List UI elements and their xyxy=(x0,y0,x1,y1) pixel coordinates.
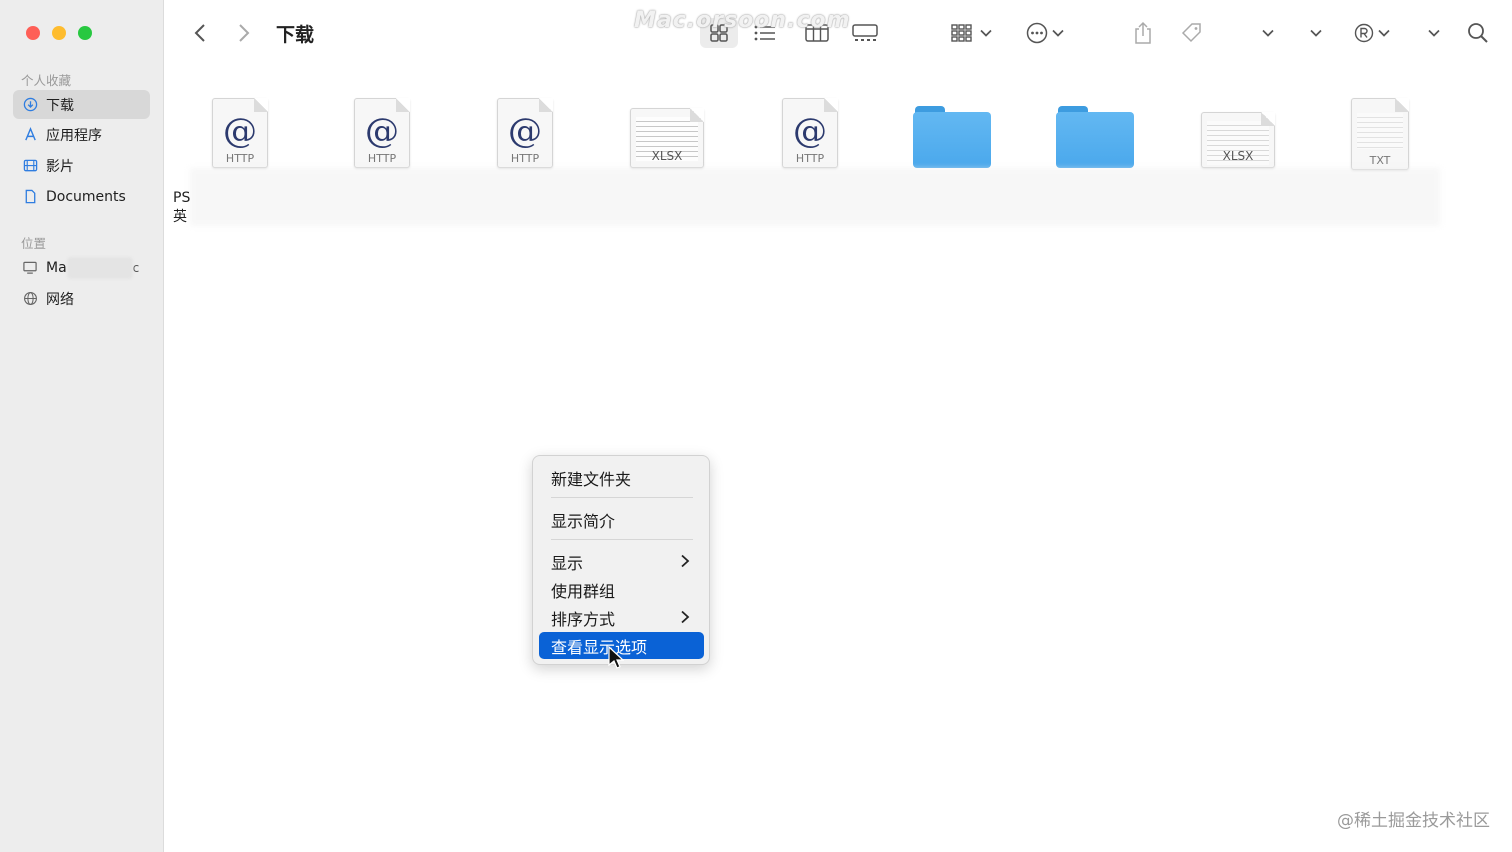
sidebar-item-network[interactable]: 网络 xyxy=(13,284,150,313)
network-icon xyxy=(22,291,38,307)
sidebar-item-label: 网络 xyxy=(46,291,74,308)
menu-item-view[interactable]: 显示 xyxy=(539,548,704,575)
search-icon xyxy=(1468,23,1488,43)
document-icon xyxy=(22,189,38,205)
redacted-name xyxy=(66,256,133,279)
sidebar-item-label: 影片 xyxy=(46,158,74,175)
sidebar-item-label: 下载 xyxy=(46,97,74,114)
http-file-icon: @ HTTP xyxy=(212,98,268,168)
menu-item-sort-by[interactable]: 排序方式 xyxy=(539,604,704,631)
sidebar-item-computer[interactable]: Ma c xyxy=(13,253,150,282)
chevron-down-icon xyxy=(1428,29,1440,37)
sidebar-item-label: Documents xyxy=(46,188,126,205)
close-window-button[interactable] xyxy=(26,26,40,40)
menu-item-use-groups[interactable]: 使用群组 xyxy=(539,576,704,603)
back-button[interactable] xyxy=(190,18,210,48)
folder-icon xyxy=(913,104,991,168)
menu-separator xyxy=(551,539,693,540)
folder-icon xyxy=(1056,104,1134,168)
chevron-down-icon xyxy=(1378,29,1390,37)
chevron-down-icon xyxy=(980,29,992,37)
xlsx-file-icon: XLSX xyxy=(1201,112,1275,168)
http-file-icon: @ HTTP xyxy=(497,98,553,168)
chevron-down-icon xyxy=(1052,29,1064,37)
window-title: 下载 xyxy=(276,24,315,46)
ellipsis-circle-icon xyxy=(1026,22,1048,44)
xlsx-file-icon: XLSX xyxy=(630,108,704,168)
applications-icon xyxy=(22,127,38,143)
menu-item-get-info[interactable]: 显示简介 xyxy=(539,506,704,533)
toolbar-dropdown-2[interactable] xyxy=(1306,18,1326,48)
forward-button[interactable] xyxy=(234,18,254,48)
group-grid-icon xyxy=(951,24,972,42)
film-icon xyxy=(22,158,38,174)
share-button[interactable] xyxy=(1130,18,1156,48)
sidebar-item-label: 应用程序 xyxy=(46,127,102,144)
tag-icon xyxy=(1181,23,1201,43)
tag-button[interactable] xyxy=(1178,18,1206,48)
mouse-cursor-icon xyxy=(608,646,624,669)
download-icon xyxy=(22,97,38,113)
group-button[interactable] xyxy=(946,18,996,48)
sidebar-item-label-suffix: c xyxy=(132,260,140,275)
registered-icon xyxy=(1354,23,1374,43)
sidebar-section-favorites: 个人收藏 xyxy=(21,73,72,88)
chevron-right-icon xyxy=(239,24,250,42)
toolbar-dropdown-1[interactable] xyxy=(1258,18,1278,48)
minimize-window-button[interactable] xyxy=(52,26,66,40)
sidebar-item-label-prefix: Ma xyxy=(46,259,67,276)
chevron-down-icon xyxy=(1310,29,1322,37)
context-menu: 新建文件夹 显示简介 显示 使用群组 排序方式 查看显示选项 xyxy=(532,455,710,665)
http-file-icon: @ HTTP xyxy=(354,98,410,168)
menu-item-new-folder[interactable]: 新建文件夹 xyxy=(539,464,704,491)
credit-watermark: @稀土掘金技术社区 xyxy=(1337,811,1490,831)
sidebar-section-locations: 位置 xyxy=(21,236,47,251)
zoom-window-button[interactable] xyxy=(78,26,92,40)
menu-separator xyxy=(551,497,693,498)
file-name-partial: PS 英 xyxy=(173,190,191,225)
extension-button[interactable] xyxy=(1350,18,1394,48)
gallery-view-button[interactable] xyxy=(850,18,880,48)
watermark: Mac.orsoon.com xyxy=(634,8,851,33)
chevron-left-icon xyxy=(194,24,205,42)
action-button[interactable] xyxy=(1022,18,1068,48)
sidebar-item-applications[interactable]: 应用程序 xyxy=(13,120,150,149)
gallery-icon xyxy=(852,24,878,41)
search-button[interactable] xyxy=(1464,18,1492,48)
redacted-file-names xyxy=(190,168,1440,226)
chevron-down-icon xyxy=(1262,29,1274,37)
computer-icon xyxy=(22,260,38,276)
txt-file-icon: TXT xyxy=(1351,98,1409,170)
sidebar-item-movies[interactable]: 影片 xyxy=(13,151,150,180)
sidebar-item-downloads[interactable]: 下载 xyxy=(13,90,150,119)
toolbar-dropdown-3[interactable] xyxy=(1424,18,1444,48)
share-icon xyxy=(1135,21,1151,44)
finder-window: 个人收藏 下载 应用程序 影片 Documents 位置 Ma c 网络 下载 … xyxy=(0,0,1512,852)
http-file-icon: @ HTTP xyxy=(782,98,838,168)
chevron-right-icon xyxy=(681,610,690,624)
sidebar: 个人收藏 下载 应用程序 影片 Documents 位置 Ma c 网络 xyxy=(0,0,164,852)
chevron-right-icon xyxy=(681,554,690,568)
sidebar-item-documents[interactable]: Documents xyxy=(13,182,150,211)
